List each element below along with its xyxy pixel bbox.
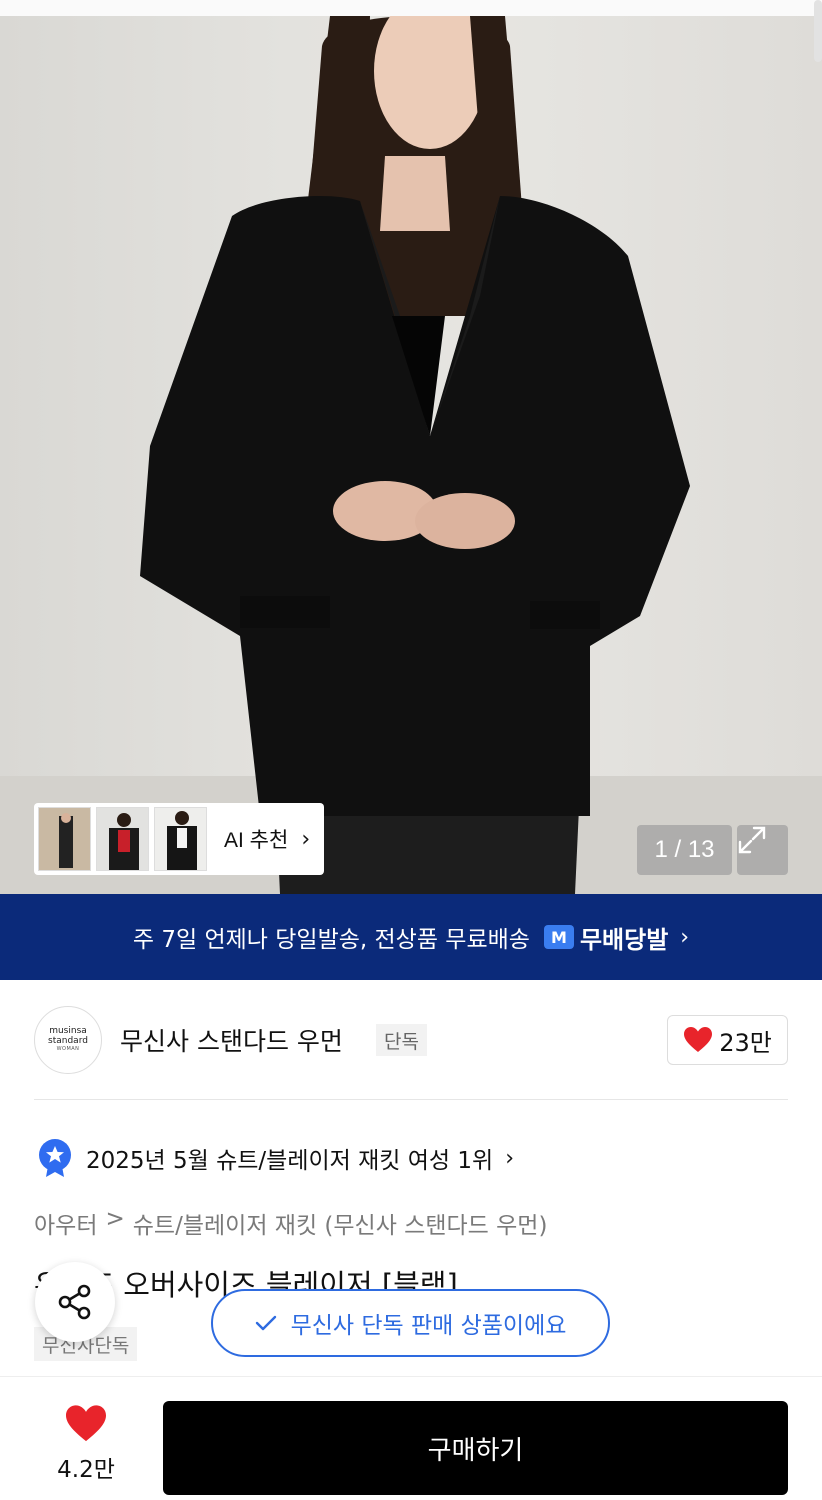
breadcrumb-item[interactable]: 아우터 xyxy=(34,1206,97,1240)
ai-thumb-1[interactable] xyxy=(38,807,91,871)
exclusive-toast: 무신사 단독 판매 상품이에요 xyxy=(211,1289,610,1357)
shipping-banner[interactable]: 주 7일 언제나 당일발송, 전상품 무료배송 M 무배당발 › xyxy=(0,894,822,980)
ai-recommend-card[interactable]: AI 추천 › xyxy=(34,803,324,875)
expand-button[interactable] xyxy=(737,825,788,875)
banner-text: 주 7일 언제나 당일발송, 전상품 무료배송 xyxy=(132,927,530,953)
brand-like-button[interactable]: 23만 xyxy=(667,1015,788,1065)
ranking-text: 2025년 5월 슈트/블레이저 재킷 여성 1위 xyxy=(86,1148,494,1174)
heart-icon xyxy=(684,1027,713,1052)
expand-icon xyxy=(738,826,766,854)
status-strip xyxy=(0,0,822,16)
brand-name[interactable]: 무신사 스탠다드 우먼 xyxy=(120,1022,343,1058)
ranking-badge-icon xyxy=(39,1139,71,1177)
image-counter: 1 / 13 xyxy=(637,825,732,875)
product-image[interactable]: AI 추천 › 1 / 13 xyxy=(0,16,822,894)
model-photo xyxy=(0,16,822,894)
ai-thumb-2[interactable] xyxy=(96,807,149,871)
share-icon xyxy=(58,1284,91,1320)
chevron-right-icon: › xyxy=(301,826,311,852)
breadcrumb-separator: > xyxy=(105,1206,125,1232)
brand-like-count: 23만 xyxy=(719,1028,772,1057)
heart-icon xyxy=(66,1405,106,1442)
brand-logo[interactable]: musinsa standard WOMAN xyxy=(34,1006,102,1074)
chevron-right-icon: › xyxy=(505,1145,514,1171)
ranking-row[interactable]: 2025년 5월 슈트/블레이저 재킷 여성 1위 › xyxy=(36,1136,514,1180)
scrollbar[interactable] xyxy=(814,0,822,62)
exclusive-tag: 단독 xyxy=(376,1024,427,1056)
brand-logo-line2: standard xyxy=(48,1035,88,1046)
toast-text: 무신사 단독 판매 상품이에요 xyxy=(290,1313,567,1339)
wishlist-button[interactable]: 4.2만 xyxy=(40,1404,132,1488)
chevron-right-icon: › xyxy=(680,924,690,950)
share-button[interactable] xyxy=(35,1262,115,1342)
banner-brand: 무배당발 xyxy=(579,925,669,954)
divider xyxy=(34,1099,788,1100)
ai-thumb-3[interactable] xyxy=(154,807,207,871)
check-icon xyxy=(255,1315,276,1331)
wishlist-count: 4.2만 xyxy=(57,1457,115,1483)
breadcrumb: 아우터 > 슈트/블레이저 재킷 (무신사 스탠다드 우먼) xyxy=(34,1206,547,1240)
breadcrumb-item[interactable]: 슈트/블레이저 재킷 (무신사 스탠다드 우먼) xyxy=(133,1206,548,1240)
buy-button[interactable]: 구매하기 xyxy=(163,1401,788,1495)
m-badge-icon: M xyxy=(543,925,574,949)
ai-recommend-label: AI 추천 xyxy=(224,829,289,852)
brand-logo-line3: WOMAN xyxy=(56,1046,80,1053)
